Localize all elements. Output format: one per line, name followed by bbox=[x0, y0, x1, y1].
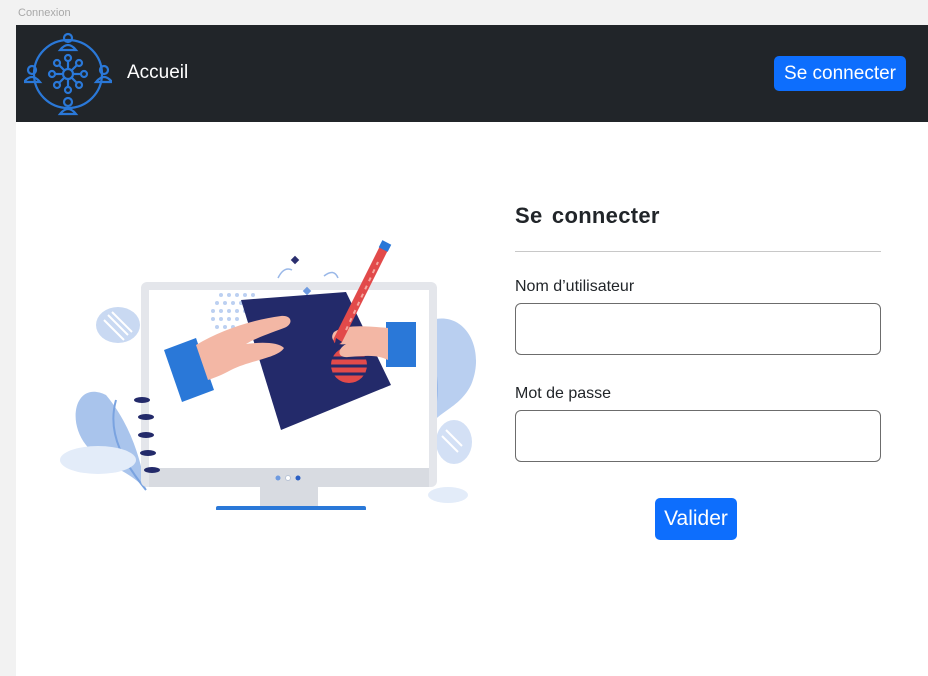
brand-link[interactable]: Accueil bbox=[127, 62, 188, 84]
username-label: Nom d’utilisateur bbox=[515, 278, 635, 295]
app-frame: Accueil Se connecter Se connecter Nom d’… bbox=[16, 25, 928, 676]
username-input[interactable] bbox=[515, 303, 881, 355]
login-form: Se connecter Nom d’utilisateur Mot de pa… bbox=[515, 203, 881, 540]
password-label: Mot de passe bbox=[515, 385, 612, 402]
navbar: Accueil Se connecter bbox=[16, 25, 928, 122]
login-nav-button[interactable]: Se connecter bbox=[774, 56, 906, 91]
form-divider bbox=[515, 251, 881, 252]
window-title: Connexion bbox=[18, 7, 71, 19]
computer-signing-document-illustration bbox=[60, 240, 477, 510]
form-title: Se connecter bbox=[515, 203, 660, 228]
password-input[interactable] bbox=[515, 410, 881, 462]
network-people-icon[interactable] bbox=[24, 30, 112, 118]
submit-button[interactable]: Valider bbox=[655, 498, 737, 540]
